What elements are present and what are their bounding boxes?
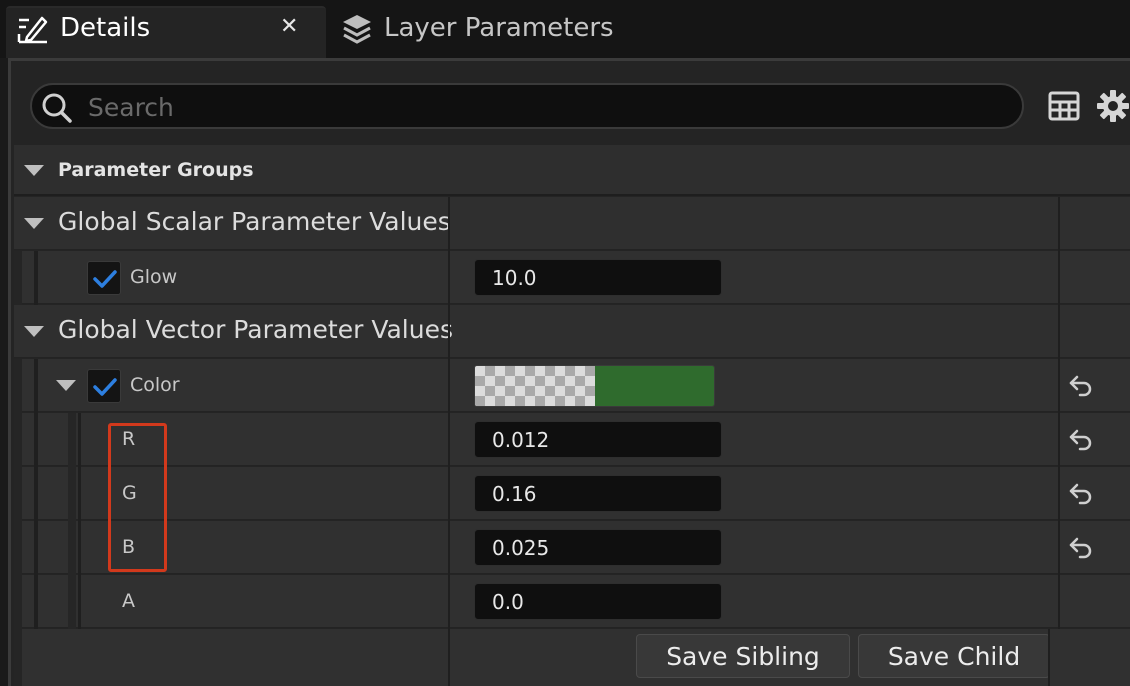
expand-arrow-icon[interactable] bbox=[56, 380, 76, 391]
layers-icon bbox=[340, 12, 374, 46]
channel-a-field[interactable]: 0.0 bbox=[474, 583, 722, 620]
tab-layer-parameters[interactable]: Layer Parameters bbox=[384, 13, 614, 43]
channel-a-label: A bbox=[122, 590, 135, 612]
table-view-icon[interactable] bbox=[1048, 91, 1080, 121]
search-input[interactable] bbox=[86, 89, 990, 125]
channel-r-field[interactable]: 0.012 bbox=[474, 421, 722, 458]
name-value-splitter[interactable] bbox=[448, 197, 450, 686]
channel-b-field[interactable]: 0.025 bbox=[474, 529, 722, 566]
value-reset-splitter bbox=[1058, 197, 1060, 629]
indent-guide bbox=[68, 413, 76, 629]
tab-details-label[interactable]: Details bbox=[60, 13, 150, 43]
channel-g-field[interactable]: 0.16 bbox=[474, 475, 722, 512]
indent-guide bbox=[14, 251, 22, 305]
highlight-annotation bbox=[108, 423, 167, 572]
color-checkbox[interactable] bbox=[87, 369, 121, 403]
value-reset-splitter-footer bbox=[1048, 629, 1050, 686]
reset-to-default-icon[interactable] bbox=[1068, 373, 1094, 399]
indent-guide bbox=[14, 359, 22, 686]
reset-to-default-icon[interactable] bbox=[1068, 481, 1094, 507]
alpha-checker bbox=[475, 366, 595, 406]
tab-details[interactable] bbox=[6, 6, 326, 58]
collapse-arrow-icon[interactable] bbox=[24, 326, 44, 337]
search-icon bbox=[42, 93, 72, 123]
vector-section-title: Global Vector Parameter Values bbox=[58, 315, 453, 344]
glow-checkbox[interactable] bbox=[87, 261, 121, 295]
gear-icon[interactable] bbox=[1096, 89, 1130, 123]
parameter-groups-label: Parameter Groups bbox=[58, 159, 254, 181]
reset-to-default-icon[interactable] bbox=[1068, 535, 1094, 561]
scalar-section-title: Global Scalar Parameter Values bbox=[58, 207, 451, 236]
save-child-button[interactable]: Save Child bbox=[858, 634, 1050, 678]
indent-guide bbox=[34, 251, 38, 305]
color-label: Color bbox=[130, 374, 180, 396]
reset-to-default-icon[interactable] bbox=[1068, 427, 1094, 453]
close-icon[interactable]: ✕ bbox=[280, 14, 298, 39]
checkmark-icon bbox=[93, 270, 117, 288]
glow-value-field[interactable]: 10.0 bbox=[474, 259, 722, 296]
checkmark-icon bbox=[93, 378, 117, 396]
glow-label: Glow bbox=[130, 266, 178, 288]
collapse-arrow-icon[interactable] bbox=[24, 218, 44, 229]
save-sibling-button[interactable]: Save Sibling bbox=[636, 634, 850, 678]
search-box[interactable] bbox=[30, 83, 1024, 129]
indent-guide bbox=[34, 359, 38, 629]
edit-pencil-icon bbox=[16, 12, 50, 46]
color-swatch[interactable] bbox=[474, 365, 715, 407]
indent-guide bbox=[78, 413, 81, 629]
collapse-arrow-icon[interactable] bbox=[24, 165, 44, 176]
color-solid bbox=[595, 366, 714, 406]
